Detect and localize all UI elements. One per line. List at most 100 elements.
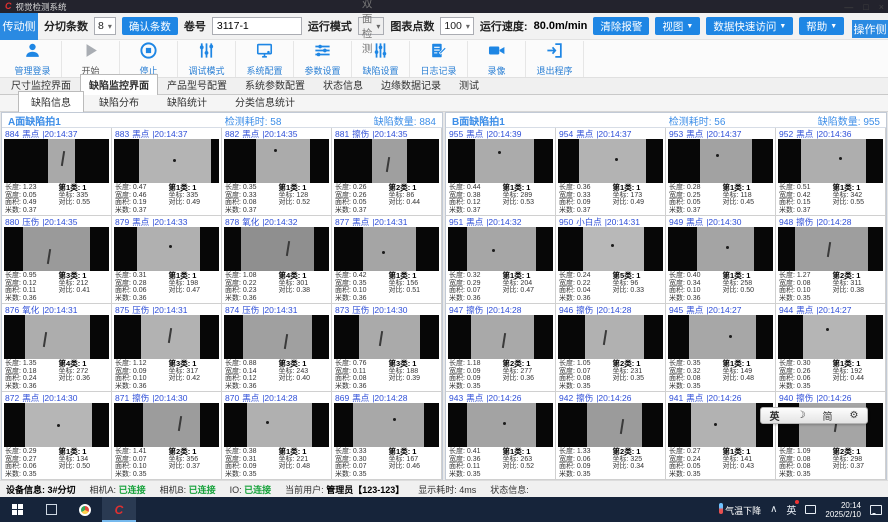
defect-cell[interactable]: 876氧化|20:14:31长度: 1.35宽度: 0.18面积: 0.24米数… (2, 304, 112, 392)
defect-image[interactable] (114, 139, 219, 183)
defect-image[interactable] (224, 315, 329, 359)
defect-cell[interactable]: 884黑点|20:14:37长度: 1.23宽度: 0.05面积: 0.49米数… (2, 128, 112, 216)
defect-cell[interactable]: 870黑点|20:14:28长度: 0.38宽度: 0.31面积: 0.09米数… (222, 392, 332, 480)
defect-image[interactable] (114, 315, 219, 359)
defect-cell[interactable]: 950小白点|20:14:31长度: 0.24宽度: 0.22面积: 0.04米… (556, 216, 666, 304)
defect-cell[interactable]: 871擦伤|20:14:30长度: 1.41宽度: 0.07面积: 0.10米数… (112, 392, 222, 480)
view-menu-button[interactable]: 视图▼ (655, 17, 700, 35)
defect-image[interactable] (114, 227, 219, 271)
defect-cell[interactable]: 942擦伤|20:14:26长度: 1.33宽度: 0.06面积: 0.09米数… (556, 392, 666, 480)
clock[interactable]: 20:142025/2/10 (825, 501, 861, 519)
ime-toolbar[interactable]: 英 ☽ 简 ⚙ (760, 407, 868, 424)
defect-image[interactable] (778, 227, 883, 271)
defect-image[interactable] (448, 315, 553, 359)
roll-number-input[interactable] (212, 17, 302, 35)
defect-image[interactable] (558, 403, 663, 447)
tab-test[interactable]: 测试 (450, 74, 488, 94)
defect-cell[interactable]: 869黑点|20:14:28长度: 0.33宽度: 0.30面积: 0.07米数… (332, 392, 442, 480)
defect-image[interactable] (4, 403, 109, 447)
admin-login-button[interactable]: 管理登录 (4, 41, 62, 77)
defect-cell[interactable]: 943黑点|20:14:26长度: 0.41宽度: 0.36面积: 0.11米数… (446, 392, 556, 480)
defect-cell[interactable]: 945黑点|20:14:27长度: 0.35宽度: 0.32面积: 0.08米数… (666, 304, 776, 392)
subtab-class-stats[interactable]: 分类信息统计 (222, 91, 308, 111)
defect-cell[interactable]: 953黑点|20:14:37长度: 0.28宽度: 0.25面积: 0.05米数… (666, 128, 776, 216)
defect-cell[interactable]: 946擦伤|20:14:28长度: 1.05宽度: 0.07面积: 0.08米数… (556, 304, 666, 392)
debug-mode-button[interactable]: 调试模式 (178, 41, 236, 77)
defect-cell[interactable]: 877黑点|20:14:31长度: 0.42宽度: 0.35面积: 0.10米数… (332, 216, 442, 304)
confirm-count-button[interactable]: 确认条数 (122, 17, 178, 35)
defect-cell[interactable]: 874压伤|20:14:31长度: 0.88宽度: 0.14面积: 0.12米数… (222, 304, 332, 392)
defect-cell[interactable]: 947擦伤|20:14:28长度: 1.18宽度: 0.09面积: 0.09米数… (446, 304, 556, 392)
defect-cell[interactable]: 873压伤|20:14:30长度: 0.76宽度: 0.11面积: 0.08米数… (332, 304, 442, 392)
tray-chevron-icon[interactable]: ∧ (770, 504, 777, 515)
defect-cell[interactable]: 875压伤|20:14:31长度: 1.12宽度: 0.09面积: 0.10米数… (112, 304, 222, 392)
chart-points-select[interactable]: 100▾ (440, 17, 474, 35)
subtab-defect-distribution[interactable]: 缺陷分布 (86, 91, 152, 111)
defect-image[interactable] (224, 403, 329, 447)
defect-cell[interactable]: 949黑点|20:14:30长度: 0.40宽度: 0.34面积: 0.10米数… (666, 216, 776, 304)
touch-keyboard-icon[interactable] (805, 505, 816, 514)
quick-access-menu-button[interactable]: 数据快速访问▼ (706, 17, 793, 35)
weather-widget[interactable]: 气温下降 (719, 503, 762, 517)
defect-settings-button[interactable]: 缺陷设置 (352, 41, 410, 77)
subtab-defect-stats[interactable]: 缺陷统计 (154, 91, 220, 111)
exit-button[interactable]: 退出程序 (526, 41, 584, 77)
record-button[interactable]: 录像 (468, 41, 526, 77)
defect-image[interactable] (448, 139, 553, 183)
slit-count-select[interactable]: 8▾ (94, 17, 116, 35)
defect-cell[interactable]: 883黑点|20:14:37长度: 0.47宽度: 0.46面积: 0.19米数… (112, 128, 222, 216)
task-view-button[interactable] (34, 497, 68, 522)
inspection-app-taskbar-button[interactable]: C (102, 497, 136, 522)
run-mode-select[interactable]: 双面检测▾ (358, 17, 385, 35)
defect-cell[interactable]: 940擦伤|20:14:26长度: 1.09宽度: 0.08面积: 0.08米数… (776, 392, 886, 480)
defect-image[interactable] (334, 315, 439, 359)
defect-image[interactable] (4, 227, 109, 271)
minimize-button[interactable]: — (844, 2, 853, 12)
defect-image[interactable] (334, 403, 439, 447)
defect-image[interactable] (224, 139, 329, 183)
defect-image[interactable] (558, 227, 663, 271)
defect-image[interactable] (334, 227, 439, 271)
defect-cell[interactable]: 941黑点|20:14:26长度: 0.27宽度: 0.24面积: 0.05米数… (666, 392, 776, 480)
close-button[interactable]: × (879, 2, 884, 12)
defect-image[interactable] (4, 139, 109, 183)
defect-image[interactable] (668, 227, 773, 271)
ime-lang-toggle[interactable]: 英 (770, 408, 780, 423)
help-menu-button[interactable]: 帮助▼ (799, 17, 844, 35)
defect-cell[interactable]: 951黑点|20:14:32长度: 0.32宽度: 0.29面积: 0.07米数… (446, 216, 556, 304)
defect-cell[interactable]: 948擦伤|20:14:28长度: 1.27宽度: 0.08面积: 0.10米数… (776, 216, 886, 304)
maximize-button[interactable]: □ (863, 2, 868, 12)
defect-image[interactable] (778, 139, 883, 183)
defect-cell[interactable]: 944黑点|20:14:27长度: 0.30宽度: 0.26面积: 0.06米数… (776, 304, 886, 392)
defect-cell[interactable]: 882黑点|20:14:35长度: 0.35宽度: 0.33面积: 0.08米数… (222, 128, 332, 216)
language-indicator[interactable]: 英 (786, 502, 796, 517)
defect-image[interactable] (668, 139, 773, 183)
param-settings-button[interactable]: 参数设置 (294, 41, 352, 77)
clear-alarm-button[interactable]: 清除报警 (593, 17, 649, 35)
defect-cell[interactable]: 954黑点|20:14:37长度: 0.36宽度: 0.33面积: 0.09米数… (556, 128, 666, 216)
defect-cell[interactable]: 872黑点|20:14:30长度: 0.29宽度: 0.27面积: 0.06米数… (2, 392, 112, 480)
defect-cell[interactable]: 881擦伤|20:14:35长度: 0.26宽度: 0.26面积: 0.05米数… (332, 128, 442, 216)
defect-image[interactable] (448, 227, 553, 271)
defect-cell[interactable]: 878氧化|20:14:32长度: 1.08宽度: 0.22面积: 0.23米数… (222, 216, 332, 304)
action-center-icon[interactable] (870, 505, 882, 515)
defect-image[interactable] (114, 403, 219, 447)
defect-cell[interactable]: 879黑点|20:14:33长度: 0.31宽度: 0.28面积: 0.06米数… (112, 216, 222, 304)
defect-cell[interactable]: 880压伤|20:14:35长度: 0.95宽度: 0.12面积: 0.11米数… (2, 216, 112, 304)
ime-settings-gear-icon[interactable]: ⚙ (850, 410, 859, 421)
defect-image[interactable] (448, 403, 553, 447)
operation-side-button[interactable]: 操作侧 (852, 20, 888, 38)
defect-cell[interactable]: 955黑点|20:14:39长度: 0.44宽度: 0.38面积: 0.12米数… (446, 128, 556, 216)
start-button[interactable]: 开始 (62, 41, 120, 77)
stop-button[interactable]: 停止 (120, 41, 178, 77)
defect-image[interactable] (778, 315, 883, 359)
browser-taskbar-button[interactable] (68, 497, 102, 522)
subtab-defect-info[interactable]: 缺陷信息 (18, 91, 84, 112)
defect-image[interactable] (668, 403, 773, 447)
system-config-button[interactable]: 系统配置 (236, 41, 294, 77)
tab-edge-data[interactable]: 边缘数据记录 (372, 74, 450, 94)
start-button[interactable] (0, 497, 34, 522)
ime-simplified-toggle[interactable]: 简 (823, 408, 833, 423)
ime-halfwidth-icon[interactable]: ☽ (797, 410, 806, 421)
tab-status-info[interactable]: 状态信息 (314, 74, 372, 94)
